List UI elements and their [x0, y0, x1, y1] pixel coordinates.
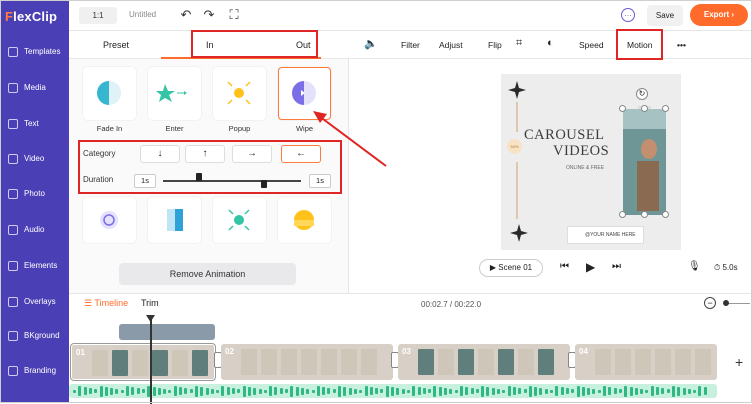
window-frame [0, 0, 752, 403]
